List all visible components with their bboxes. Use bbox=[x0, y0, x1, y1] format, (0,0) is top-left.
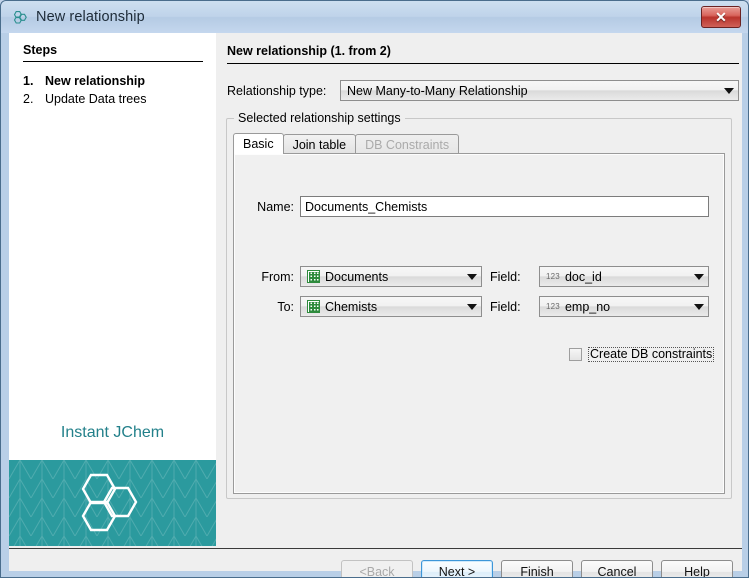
step-number: 1. bbox=[23, 74, 45, 88]
from-field-value: 123 doc_id bbox=[540, 270, 690, 284]
to-field-select[interactable]: 123 emp_no bbox=[539, 296, 709, 317]
next-button[interactable]: Next > bbox=[421, 560, 493, 578]
to-table-text: Chemists bbox=[325, 300, 377, 314]
next-label: Next > bbox=[439, 565, 475, 578]
back-button: < Back bbox=[341, 560, 413, 578]
footer-divider bbox=[9, 548, 742, 549]
window-title: New relationship bbox=[36, 9, 145, 25]
title-bar: New relationship ✕ bbox=[1, 1, 748, 33]
tab-strip: Basic Join table DB Constraints bbox=[233, 133, 459, 154]
chevron-down-icon bbox=[463, 267, 481, 286]
to-field-text: emp_no bbox=[565, 300, 610, 314]
relationship-type-value: New Many-to-Many Relationship bbox=[341, 84, 720, 98]
finish-mnemonic: F bbox=[520, 565, 528, 578]
name-label: Name: bbox=[242, 200, 294, 214]
from-field-label: Field: bbox=[490, 270, 536, 284]
back-pre: < bbox=[359, 565, 366, 578]
help-mnemonic: H bbox=[684, 565, 693, 578]
name-input[interactable]: Documents_Chemists bbox=[300, 196, 709, 217]
to-field-value: 123 emp_no bbox=[540, 300, 690, 314]
finish-post: inish bbox=[528, 565, 554, 578]
step-item-2: 2. Update Data trees bbox=[23, 92, 146, 106]
tab-db-constraints: DB Constraints bbox=[355, 134, 459, 154]
dialog-content: Steps 1. New relationship 2. Update Data… bbox=[9, 33, 742, 571]
to-field-label: Field: bbox=[490, 300, 536, 314]
tab-basic[interactable]: Basic bbox=[233, 133, 284, 154]
back-post: ack bbox=[375, 565, 394, 578]
cancel-label: Cancel bbox=[598, 565, 637, 578]
to-table-value: Chemists bbox=[301, 300, 463, 314]
number-123-icon: 123 bbox=[546, 302, 560, 311]
jchem-molecule-icon bbox=[12, 9, 29, 26]
main-pane: New relationship (1. from 2) Relationshi… bbox=[216, 33, 742, 514]
chevron-down-icon bbox=[720, 81, 738, 100]
to-table-select[interactable]: Chemists bbox=[300, 296, 482, 317]
steps-pane: Steps 1. New relationship 2. Update Data… bbox=[9, 33, 216, 514]
chevron-down-icon bbox=[690, 267, 708, 286]
button-bar: < Back Next > Finish Cancel Help bbox=[341, 560, 733, 578]
steps-divider bbox=[23, 61, 203, 62]
tab-join-table[interactable]: Join table bbox=[283, 134, 357, 154]
title-divider bbox=[227, 63, 739, 64]
back-mnemonic: B bbox=[367, 565, 375, 578]
brand-name: Instant JChem bbox=[9, 424, 216, 442]
from-field-text: doc_id bbox=[565, 270, 602, 284]
from-table-text: Documents bbox=[325, 270, 388, 284]
from-field-select[interactable]: 123 doc_id bbox=[539, 266, 709, 287]
relationship-type-select[interactable]: New Many-to-Many Relationship bbox=[340, 80, 739, 101]
help-button[interactable]: Help bbox=[661, 560, 733, 578]
checkbox-label: Create DB constraints bbox=[588, 347, 714, 362]
table-icon bbox=[307, 270, 320, 283]
step-number: 2. bbox=[23, 92, 45, 106]
relationship-type-label: Relationship type: bbox=[227, 84, 326, 98]
checkbox-box[interactable] bbox=[569, 348, 582, 361]
from-table-value: Documents bbox=[301, 270, 463, 284]
page-title: New relationship (1. from 2) bbox=[227, 44, 391, 58]
number-123-icon: 123 bbox=[546, 272, 560, 281]
jchem-logo-icon bbox=[74, 471, 152, 535]
group-title: Selected relationship settings bbox=[234, 111, 405, 125]
brand-panel bbox=[9, 460, 216, 546]
chevron-down-icon bbox=[690, 297, 708, 316]
dialog-window: New relationship ✕ Steps 1. New relation… bbox=[0, 0, 749, 578]
help-post: elp bbox=[693, 565, 710, 578]
create-db-constraints-checkbox[interactable]: Create DB constraints bbox=[569, 347, 714, 362]
table-icon bbox=[307, 300, 320, 313]
tab-panel-basic: Name: Documents_Chemists Create DB const… bbox=[233, 153, 725, 494]
from-label: From: bbox=[242, 270, 294, 284]
steps-heading: Steps bbox=[23, 43, 57, 57]
step-item-1: 1. New relationship bbox=[23, 74, 145, 88]
cancel-button[interactable]: Cancel bbox=[581, 560, 653, 578]
to-label: To: bbox=[242, 300, 294, 314]
finish-button[interactable]: Finish bbox=[501, 560, 573, 578]
chevron-down-icon bbox=[463, 297, 481, 316]
close-icon[interactable]: ✕ bbox=[701, 6, 741, 28]
step-label: Update Data trees bbox=[45, 92, 146, 106]
step-label: New relationship bbox=[45, 74, 145, 88]
from-table-select[interactable]: Documents bbox=[300, 266, 482, 287]
